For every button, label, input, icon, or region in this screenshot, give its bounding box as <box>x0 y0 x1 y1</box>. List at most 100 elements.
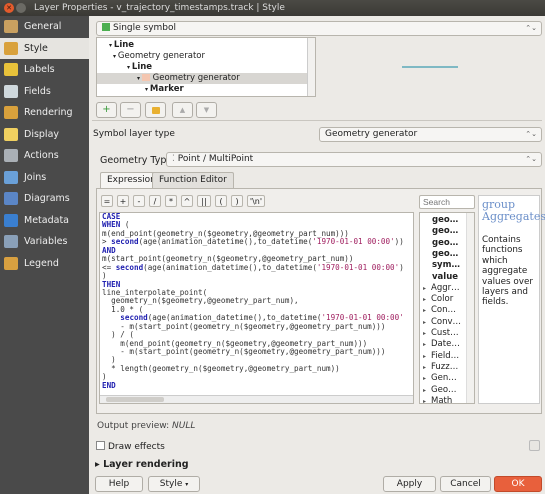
function-group-item[interactable]: ▸ Date… <box>423 339 460 350</box>
geometry-type-select[interactable]: ⁚ Point / MultiPoint ⌃⌄ <box>166 152 542 167</box>
tree-item[interactable]: ▾ Geometry generator <box>113 51 205 62</box>
sidebar-item-label: Display <box>24 128 60 140</box>
symbol-layer-type-value: Geometry generator <box>325 129 418 139</box>
sidebar-item-label: General <box>24 21 62 32</box>
function-group-item[interactable]: ▸ Field… <box>423 351 459 362</box>
window-title: Layer Properties - v_trajectory_timestam… <box>34 3 285 13</box>
ok-button[interactable]: OK <box>494 476 542 492</box>
add-layer-button[interactable]: + <box>96 102 117 118</box>
recent-function-item[interactable]: geo… <box>432 238 458 249</box>
function-group-item[interactable]: ▸ Con… <box>423 305 456 316</box>
title-bar: ✕ Layer Properties - v_trajectory_timest… <box>0 0 545 16</box>
recent-function-item[interactable]: geo… <box>432 215 458 226</box>
expand-icon: ▸ <box>423 307 427 315</box>
layer-rendering-section[interactable]: ▸ Layer rendering <box>95 459 189 470</box>
draw-effects-label: Draw effects <box>108 442 165 452</box>
operator-button[interactable]: + <box>117 195 129 207</box>
operator-button[interactable]: * <box>165 195 177 207</box>
tree-scrollbar[interactable] <box>307 38 315 96</box>
function-group-item[interactable]: ▸ Color <box>423 294 453 305</box>
sidebar-item-rendering[interactable]: Rendering <box>0 102 89 124</box>
sidebar-item-label: Labels <box>24 64 55 75</box>
recent-function-item[interactable]: geo… <box>432 226 458 237</box>
help-button[interactable]: Help <box>95 476 143 492</box>
function-group-item[interactable]: ▸ Geo… <box>423 385 457 396</box>
operator-button[interactable]: ) <box>231 195 243 207</box>
function-search-input[interactable] <box>419 195 475 209</box>
sidebar-item-legend[interactable]: Legend <box>0 253 89 275</box>
draw-effects-row[interactable]: Draw effects <box>96 441 165 452</box>
remove-layer-button[interactable]: − <box>120 102 141 118</box>
function-group-item[interactable]: ▸ Gen… <box>423 373 457 384</box>
function-group-item[interactable]: ▸ Cust… <box>423 328 459 339</box>
renderer-select[interactable]: Single symbol ⌃⌄ <box>96 21 542 36</box>
operator-button[interactable]: '\n' <box>247 195 265 207</box>
expand-icon: ▸ <box>423 363 427 371</box>
operator-button[interactable]: / <box>149 195 161 207</box>
expand-icon: ▸ <box>423 397 427 404</box>
move-up-button[interactable]: ▲ <box>172 102 193 118</box>
tab-function-editor[interactable]: Function Editor <box>152 172 234 188</box>
move-down-button[interactable]: ▼ <box>196 102 217 118</box>
cancel-button[interactable]: Cancel <box>440 476 491 492</box>
output-preview-label: Output preview: NULL <box>97 421 196 431</box>
divider <box>92 120 542 121</box>
recent-function-item[interactable]: value <box>432 272 458 283</box>
sidebar-item-general[interactable]: General <box>0 16 89 38</box>
expand-icon: ▸ <box>95 459 104 470</box>
operator-button[interactable]: ^ <box>181 195 193 207</box>
function-group-item[interactable]: ▸ Conv… <box>423 317 461 328</box>
symbol-layer-tree[interactable]: ▾ Line ▾ Geometry generator ▾ Line ▾ Geo… <box>96 37 316 97</box>
function-list-scrollbar[interactable] <box>466 213 474 403</box>
sidebar-item-metadata[interactable]: Metadata <box>0 210 89 232</box>
dropdown-arrow-icon: ⌃⌄ <box>525 155 537 163</box>
sidebar-item-label: Metadata <box>24 214 69 226</box>
function-group-item[interactable]: ▸ Aggr… <box>423 283 460 294</box>
sidebar-item-display[interactable]: Display <box>0 124 89 146</box>
expand-icon: ▸ <box>423 284 427 292</box>
style-button[interactable]: Style ▾ <box>148 476 200 492</box>
recent-function-item[interactable]: sym… <box>432 260 460 271</box>
wrench-icon <box>4 20 18 33</box>
sidebar-item-actions[interactable]: Actions <box>0 145 89 167</box>
function-list[interactable]: geo… geo… geo… geo… sym… value ▸ Aggr… ▸ Color ▸ Co… <box>419 212 475 404</box>
sidebar-item-diagrams[interactable]: Diagrams <box>0 188 89 210</box>
lock-layer-button[interactable] <box>145 102 166 118</box>
brush-icon <box>4 41 18 55</box>
sidebar-item-style[interactable]: Style <box>0 37 89 59</box>
lock-icon <box>151 107 160 114</box>
symbol-layer-type-select[interactable]: Geometry generator ⌃⌄ <box>319 127 542 142</box>
sidebar-item-variables[interactable]: Variables <box>0 231 89 253</box>
legend-icon <box>4 256 18 270</box>
operator-button[interactable]: || <box>197 195 211 207</box>
tree-item[interactable]: ▾ Line <box>127 62 152 73</box>
code-line: - m(start_point(geometry_n($geometry,@ge… <box>102 347 386 356</box>
sidebar-item-label: Diagrams <box>24 193 70 204</box>
sidebar-item-label: Variables <box>24 236 68 247</box>
effects-settings-icon[interactable] <box>529 440 540 451</box>
sidebar-item-label: Actions <box>24 150 59 161</box>
operator-button[interactable]: - <box>133 195 145 207</box>
apply-button[interactable]: Apply <box>383 476 436 492</box>
close-window-icon[interactable]: ✕ <box>4 3 14 13</box>
operator-button[interactable]: ( <box>215 195 227 207</box>
operator-button[interactable]: = <box>101 195 113 207</box>
sidebar-item-fields[interactable]: Fields <box>0 81 89 103</box>
sidebar-item-labels[interactable]: Labels <box>0 59 89 81</box>
sidebar-item-label: Legend <box>24 257 59 269</box>
tree-item[interactable]: ▾ Marker <box>145 84 184 95</box>
minimize-window-icon[interactable] <box>16 3 26 13</box>
function-group-item[interactable]: ▸ Fuzz… <box>423 362 458 373</box>
sidebar-item-joins[interactable]: Joins <box>0 167 89 189</box>
code-line: geometry_n($geometry,@geometry_part_num)… <box>102 296 299 306</box>
joins-icon <box>4 170 18 184</box>
recent-function-item[interactable]: geo… <box>432 249 458 260</box>
geometry-type-label: Geometry Type <box>100 155 173 166</box>
draw-effects-checkbox[interactable] <box>96 441 105 450</box>
editor-horizontal-scrollbar[interactable] <box>100 395 413 403</box>
tree-item[interactable]: ▾ Line <box>109 40 134 51</box>
tree-item-selected[interactable]: ▾ Geometry generator <box>97 73 307 84</box>
function-group-item[interactable]: ▸ Math <box>423 396 452 404</box>
expression-editor[interactable]: CASE WHEN (m(end_point(geometry_n($geomet… <box>99 212 414 404</box>
function-help-panel: group Aggregates Contains functions whic… <box>478 195 545 404</box>
